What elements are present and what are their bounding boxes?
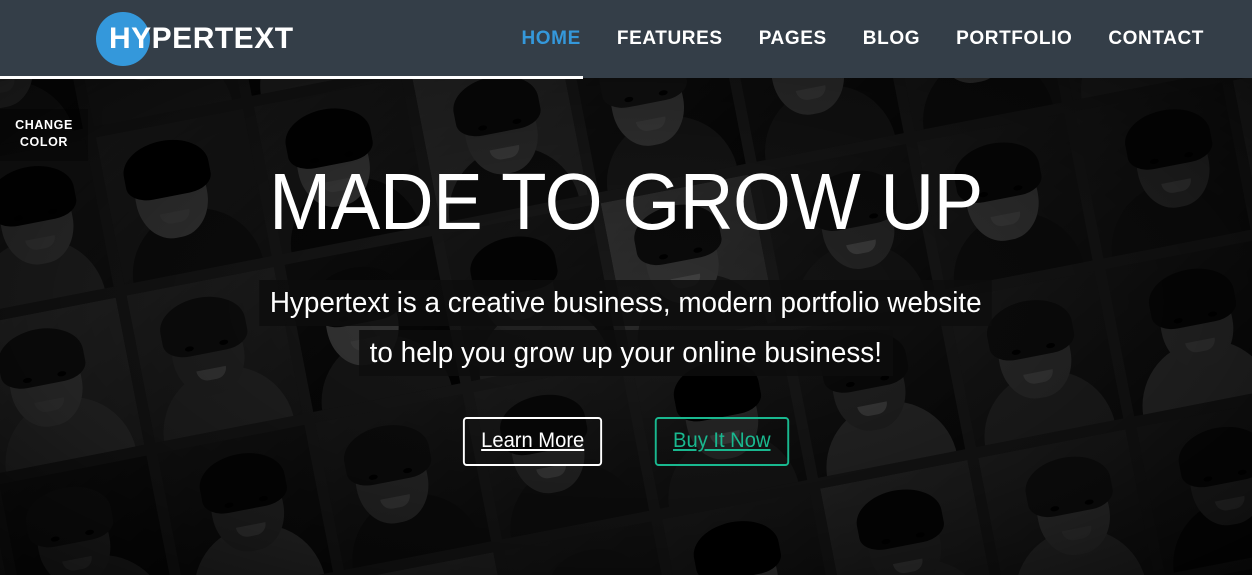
site-header: HYPERTEXT HOME FEATURES PAGES BLOG PORTF…: [0, 0, 1252, 78]
learn-more-button[interactable]: Learn More: [462, 417, 603, 466]
nav-item-blog[interactable]: BLOG: [845, 28, 938, 50]
page-load-progress-bar: [0, 76, 583, 79]
hero-content: MADE TO GROW UP Hypertext is a creative …: [0, 78, 1252, 466]
hero-section: CHANGE COLOR MADE TO GROW UP Hypertext i…: [0, 78, 1252, 575]
nav-item-contact[interactable]: CONTACT: [1090, 28, 1222, 50]
nav-item-pages[interactable]: PAGES: [741, 28, 845, 50]
site-logo[interactable]: HYPERTEXT: [96, 12, 294, 66]
logo-text: HYPERTEXT: [109, 22, 294, 55]
main-navigation: HOME FEATURES PAGES BLOG PORTFOLIO CONTA…: [503, 0, 1222, 78]
page-root: HYPERTEXT HOME FEATURES PAGES BLOG PORTF…: [0, 0, 1252, 575]
hero-subtitle-wrap-1: Hypertext is a creative business, modern…: [0, 242, 1252, 326]
nav-item-portfolio[interactable]: PORTFOLIO: [938, 28, 1090, 50]
hero-subtitle-wrap-2: to help you grow up your online business…: [0, 326, 1252, 376]
hero-subtitle-line-2: to help you grow up your online business…: [359, 330, 893, 376]
buy-it-now-button[interactable]: Buy It Now: [655, 417, 790, 466]
hero-button-group: Learn More Buy It Now: [0, 417, 1252, 466]
hero-headline: MADE TO GROW UP: [269, 157, 983, 246]
nav-item-features[interactable]: FEATURES: [599, 28, 741, 50]
nav-item-home[interactable]: HOME: [503, 28, 598, 50]
hero-subtitle-line-1: Hypertext is a creative business, modern…: [259, 280, 993, 326]
